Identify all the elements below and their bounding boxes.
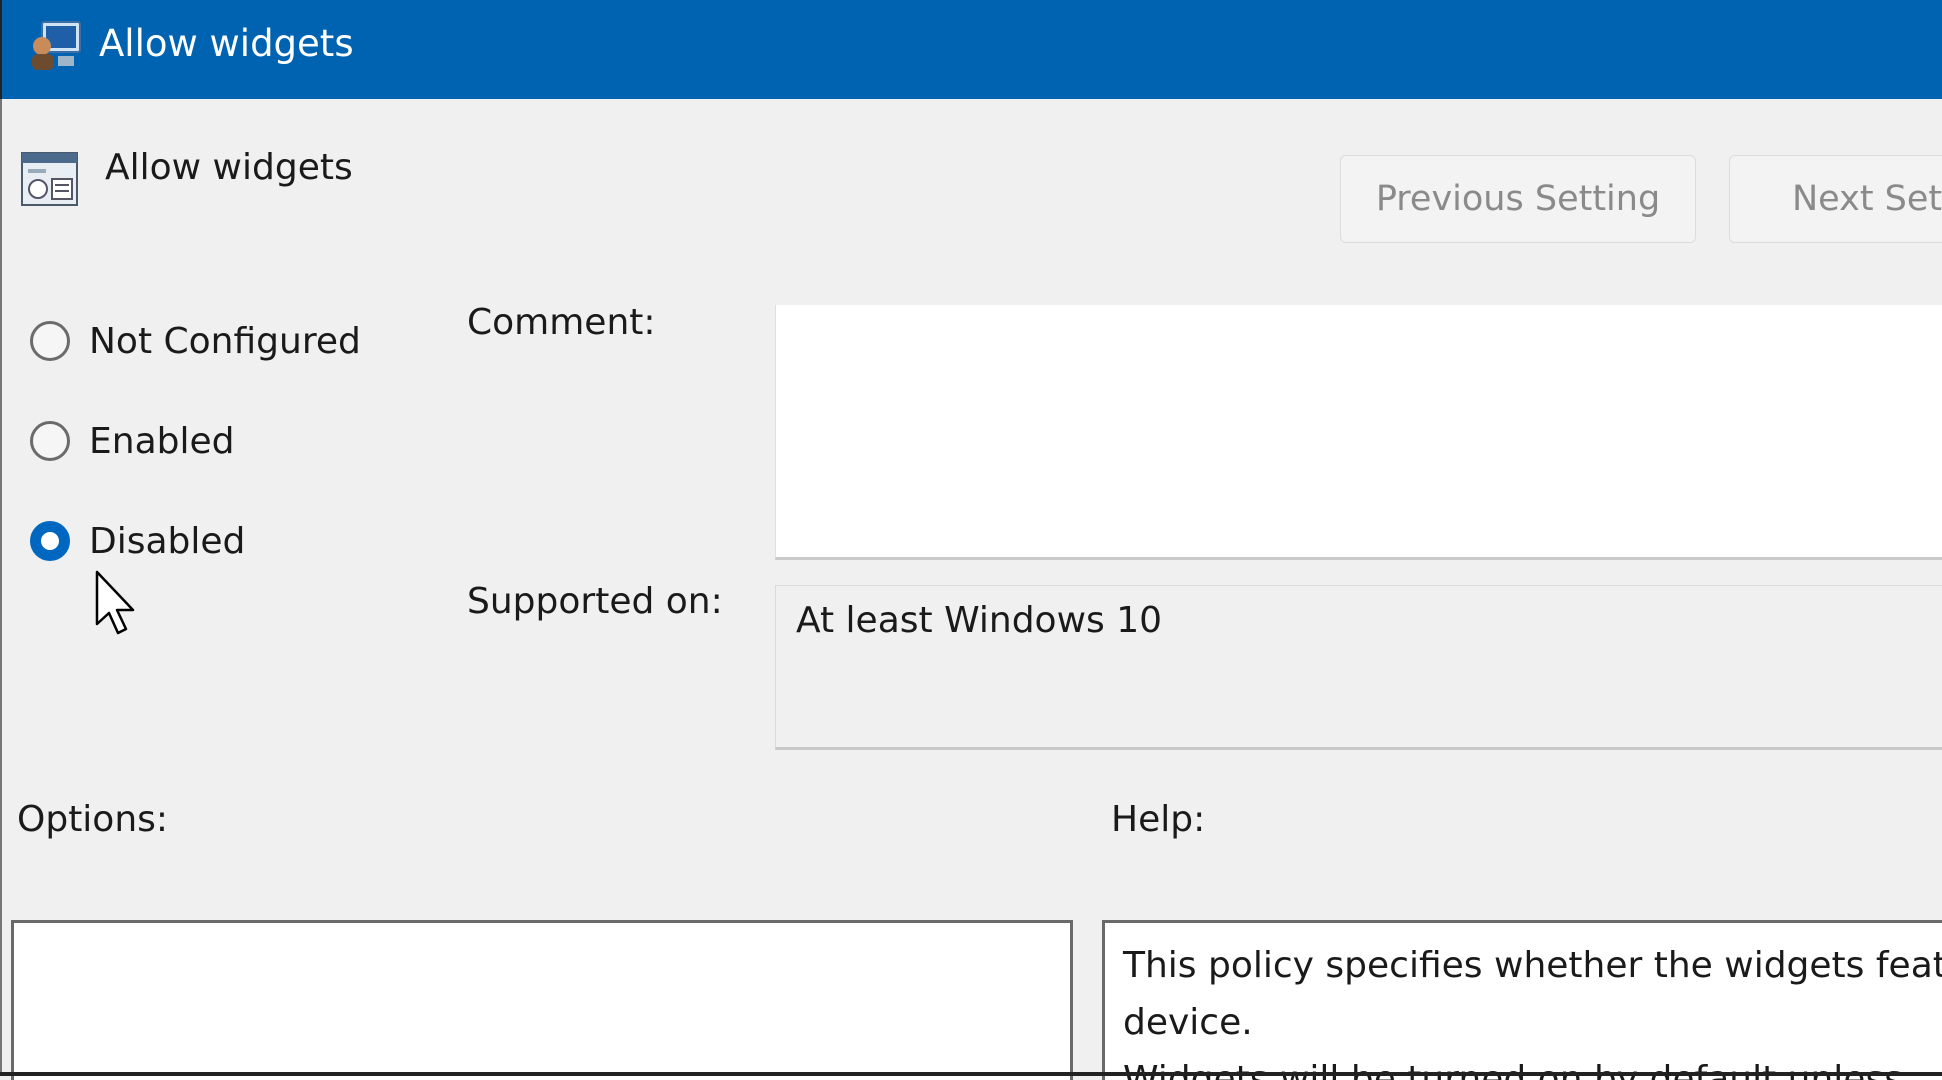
radio-label: Enabled [89,421,234,462]
comment-input[interactable] [775,305,1942,560]
supported-on-label: Supported on: [467,581,723,622]
help-label: Help: [1111,799,1205,840]
mouse-cursor-icon [95,570,141,638]
next-setting-button[interactable]: Next Setting [1729,155,1942,243]
radio-label: Not Configured [89,321,361,362]
help-line: device. [1123,994,1942,1051]
title-bar[interactable]: Allow widgets [0,0,1942,99]
radio-circle[interactable] [30,421,70,461]
comment-label: Comment: [467,302,656,343]
help-line: This policy specifies whether the widget… [1123,937,1942,994]
radio-not-configured[interactable]: Not Configured [30,314,350,368]
window-title: Allow widgets [99,22,354,65]
group-policy-icon [28,16,86,74]
radio-enabled[interactable]: Enabled [30,414,350,468]
supported-on-value: At least Windows 10 [796,600,1162,641]
radio-disabled[interactable]: Disabled [30,514,350,568]
radio-circle-selected[interactable] [30,521,70,561]
policy-title: Allow widgets [105,147,353,188]
previous-setting-button[interactable]: Previous Setting [1340,155,1696,243]
policy-setting-icon [20,149,79,208]
options-panel [11,920,1073,1080]
supported-on-field: At least Windows 10 [775,585,1942,750]
window-border-bottom [0,1072,1942,1076]
help-text: This policy specifies whether the widget… [1123,937,1942,1080]
window-border [0,99,2,1076]
radio-circle[interactable] [30,321,70,361]
radio-label: Disabled [89,521,245,562]
options-label: Options: [17,799,168,840]
help-panel[interactable]: This policy specifies whether the widget… [1102,920,1942,1080]
